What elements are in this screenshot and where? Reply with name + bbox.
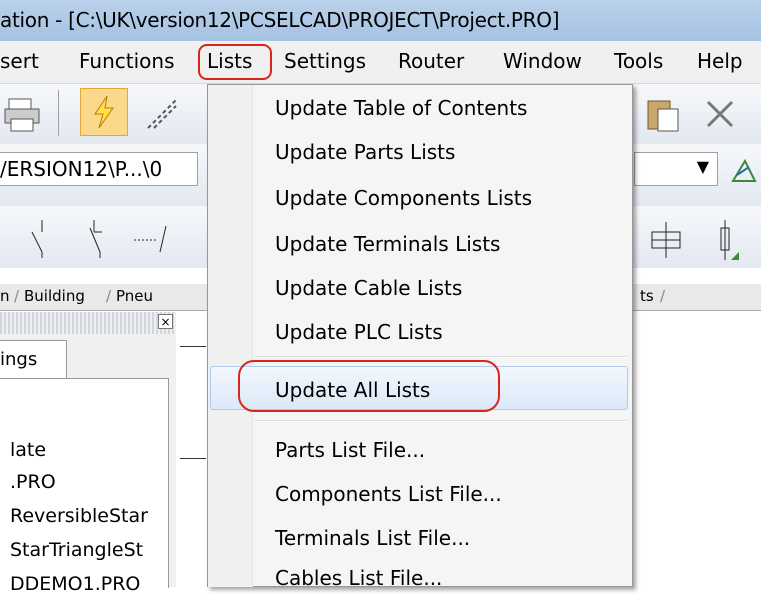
menu-icon-gutter	[208, 85, 253, 587]
window-title: ation - [C:\UK\version12\PCSELCAD\PROJEC…	[0, 8, 560, 32]
menu-item-update-table-of-contents[interactable]: Update Table of Contents	[275, 96, 527, 120]
close-icon[interactable]: ×	[158, 314, 173, 329]
menu-item-parts-list-file[interactable]: Parts List File...	[275, 438, 425, 462]
menu-router[interactable]: Router	[398, 49, 464, 73]
clipboard-icon[interactable]	[642, 94, 682, 134]
tree-item[interactable]: .PRO	[10, 471, 56, 493]
menu-bar: sert Functions Lists Settings Router Win…	[0, 41, 761, 84]
menu-window[interactable]: Window	[503, 49, 582, 73]
undo-icon[interactable]	[728, 154, 760, 186]
tab-building[interactable]: Building	[24, 287, 85, 305]
tab-divider: /	[14, 287, 20, 305]
drawing-line	[180, 346, 206, 347]
print-icon[interactable]	[2, 94, 42, 134]
panel-gripper[interactable]	[0, 312, 176, 334]
tree-item[interactable]: late	[10, 439, 46, 461]
menu-tools[interactable]: Tools	[614, 49, 663, 73]
project-tree: late .PRO ReversibleStar StarTriangleSt …	[0, 378, 169, 595]
menu-separator	[254, 356, 628, 358]
contact-nc-icon[interactable]	[76, 218, 116, 258]
fuse-icon[interactable]	[706, 218, 746, 262]
tree-item[interactable]: DDEMO1.PRO	[10, 573, 140, 595]
cut-icon[interactable]	[700, 94, 740, 134]
menu-item-update-plc-lists[interactable]: Update PLC Lists	[275, 320, 443, 344]
menu-settings[interactable]: Settings	[284, 49, 366, 73]
secondary-combo[interactable]: ▼	[634, 152, 718, 186]
menu-item-update-cable-lists[interactable]: Update Cable Lists	[275, 276, 462, 300]
tab-main[interactable]: n	[0, 287, 10, 305]
menu-item-update-parts-lists[interactable]: Update Parts Lists	[275, 140, 455, 164]
tab-pneumatic[interactable]: Pneu	[116, 287, 153, 305]
menu-separator	[254, 420, 628, 422]
pushbutton-icon[interactable]	[132, 218, 172, 258]
chevron-down-icon[interactable]: ▼	[697, 157, 709, 176]
menu-functions[interactable]: Functions	[79, 49, 175, 73]
title-bar: ation - [C:\UK\version12\PCSELCAD\PROJEC…	[0, 0, 761, 41]
menu-item-cables-list-file[interactable]: Cables List File...	[275, 566, 442, 590]
menu-item-update-terminals-lists[interactable]: Update Terminals Lists	[275, 232, 500, 256]
coil-icon[interactable]	[644, 218, 688, 262]
menu-help[interactable]: Help	[697, 49, 743, 73]
tab-divider: /	[106, 287, 112, 305]
tab-drawings[interactable]: ings	[0, 340, 67, 379]
tab-divider: /	[660, 287, 666, 305]
path-combo[interactable]: /ERSION12\P...\0	[0, 152, 198, 186]
tab-parts[interactable]: ts	[640, 287, 654, 305]
tree-item[interactable]: StarTriangleSt	[10, 539, 143, 561]
contact-no-icon[interactable]	[20, 218, 60, 258]
drawing-line	[180, 458, 206, 459]
toolbar-separator	[58, 90, 59, 136]
lightning-icon[interactable]	[80, 88, 128, 136]
update-all-lists-annotation	[238, 360, 500, 412]
menu-item-terminals-list-file[interactable]: Terminals List File...	[275, 526, 470, 550]
menu-insert[interactable]: sert	[0, 49, 39, 73]
tree-item[interactable]: ReversibleStar	[10, 505, 148, 527]
menu-item-components-list-file[interactable]: Components List File...	[275, 482, 502, 506]
lists-menu-annotation	[198, 44, 272, 80]
wire-icon[interactable]	[140, 92, 184, 136]
menu-item-update-components-lists[interactable]: Update Components Lists	[275, 186, 532, 210]
